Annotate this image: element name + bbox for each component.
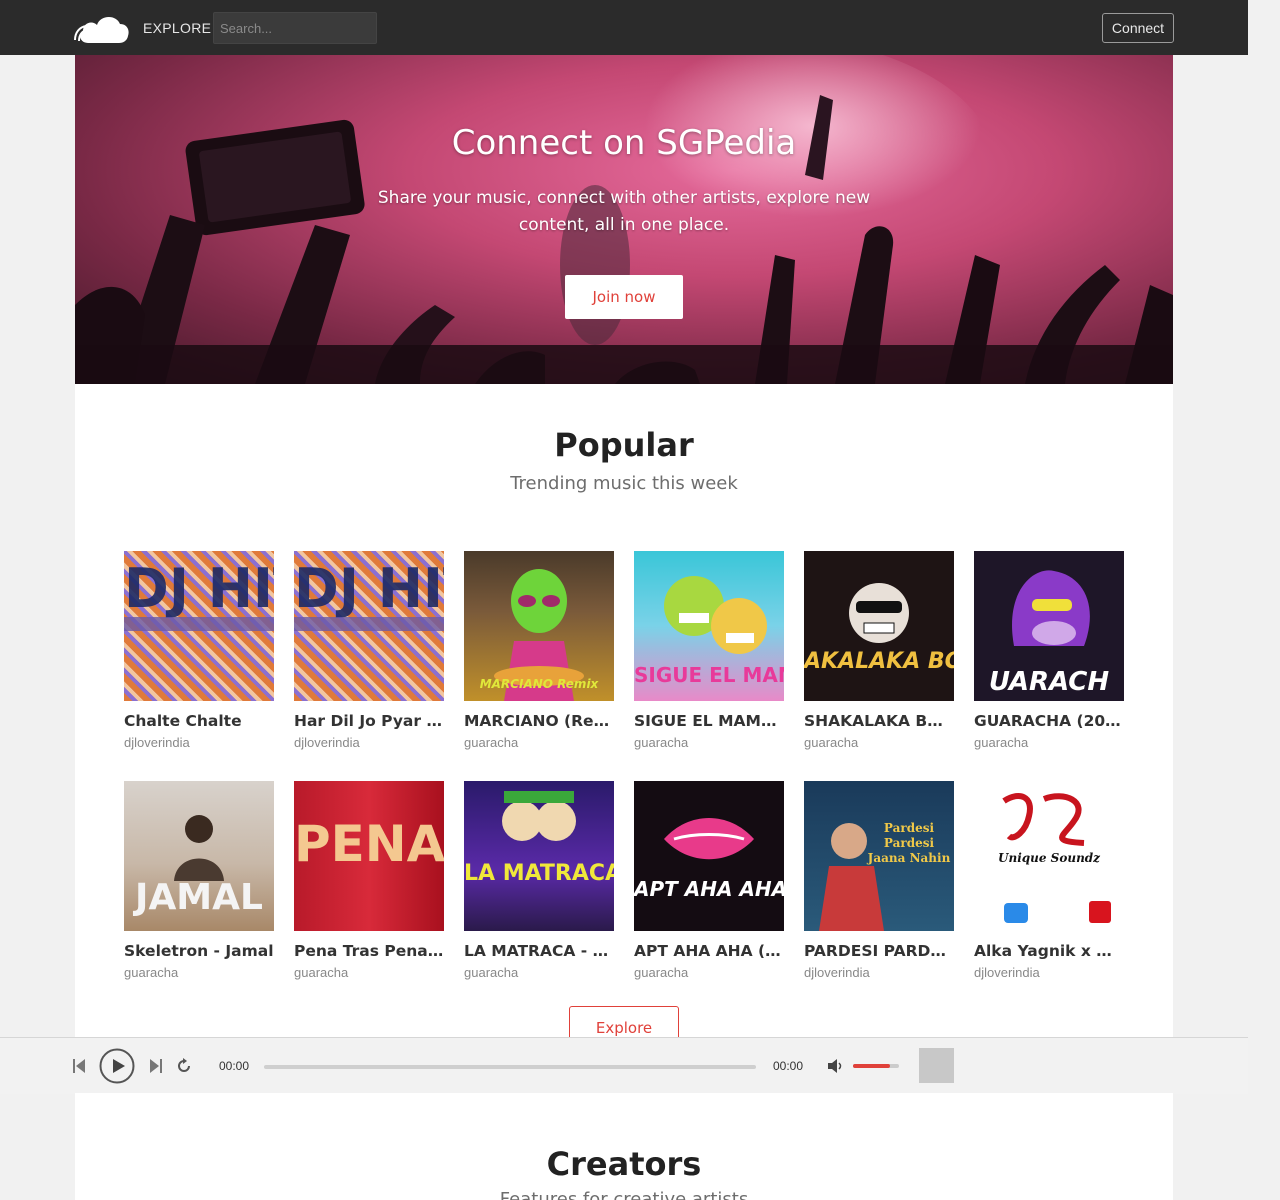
- track-cover[interactable]: APT AHA AHA: [634, 781, 784, 931]
- play-button-icon[interactable]: [99, 1048, 135, 1084]
- volume-icon[interactable]: [827, 1058, 845, 1074]
- top-navbar: EXPLORE Connect: [0, 0, 1248, 55]
- track-title[interactable]: SHAKALAKA BOOM: [804, 712, 954, 730]
- now-playing-artwork: [919, 1048, 954, 1083]
- track-cover[interactable]: DJ HITS: [124, 551, 274, 701]
- track-artist[interactable]: guaracha: [974, 735, 1124, 750]
- track-title[interactable]: GUARACHA (2022): [974, 712, 1124, 730]
- cover-art-text: MARCIANO Remix: [479, 677, 599, 691]
- cover-art-text: Unique Soundz: [998, 851, 1100, 865]
- track-card: DJ HITS Chalte Chalte djloverindia: [124, 551, 274, 751]
- track-artist[interactable]: guaracha: [294, 965, 444, 980]
- track-title[interactable]: Skeletron - Jamal: [124, 942, 274, 960]
- current-time: 00:00: [219, 1059, 250, 1073]
- cover-art-text: PENA: [294, 815, 444, 873]
- track-title[interactable]: PARDESI PARDESI: [804, 942, 954, 960]
- track-card: LA MATRACA LA MATRACA - Remix guaracha: [464, 781, 614, 981]
- cover-art-text: DJ HITS: [294, 559, 444, 619]
- cover-art-text: AKALAKA BO: [804, 649, 954, 674]
- cartoon-characters-illustration: [502, 791, 576, 841]
- track-cover[interactable]: JAMAL: [124, 781, 274, 931]
- cover-art-text: DJ HITS: [124, 559, 274, 619]
- neon-lips-illustration: [664, 818, 754, 860]
- track-artist[interactable]: guaracha: [634, 965, 784, 980]
- track-title[interactable]: Alka Yagnik x Unique Soundz: [974, 942, 1124, 960]
- hero-title: Connect on SGPedia: [451, 123, 797, 163]
- track-cover[interactable]: DJ HITS: [294, 551, 444, 701]
- track-card: Pardesi Pardesi Jaana Nahin PARDESI PARD…: [804, 781, 954, 981]
- track-artist[interactable]: guaracha: [634, 735, 784, 750]
- track-card: MARCIANO Remix MARCIANO (Remix) guaracha: [464, 551, 614, 751]
- track-title[interactable]: Pena Tras Pena - Remix: [294, 942, 444, 960]
- track-artist[interactable]: guaracha: [124, 965, 274, 980]
- track-card: APT AHA AHA APT AHA AHA (Guaracha) guara…: [634, 781, 784, 981]
- audio-player-bar: 00:00 00:00: [0, 1037, 1248, 1094]
- track-card: DJ HITS Har Dil Jo Pyar Karega djloverin…: [294, 551, 444, 751]
- volume-slider[interactable]: [853, 1064, 899, 1068]
- explore-nav-link[interactable]: EXPLORE: [143, 20, 211, 36]
- track-cover[interactable]: UARACH: [974, 551, 1124, 701]
- track-artist[interactable]: djloverindia: [294, 735, 444, 750]
- track-artist[interactable]: guaracha: [464, 735, 614, 750]
- track-title[interactable]: APT AHA AHA (Guaracha): [634, 942, 784, 960]
- explore-button[interactable]: Explore: [569, 1006, 679, 1037]
- monkey-dj-illustration: [849, 583, 909, 643]
- creators-subtitle: Features for creative artists: [499, 1189, 749, 1200]
- repeat-icon[interactable]: [176, 1058, 192, 1074]
- track-title[interactable]: Chalte Chalte: [124, 712, 274, 730]
- track-cover[interactable]: Unique Soundz: [974, 781, 1124, 931]
- track-card: SIGUE EL MAMBO SIGUE EL MAMBO guaracha: [634, 551, 784, 751]
- cover-art-text: JAMAL: [135, 877, 263, 918]
- join-now-button[interactable]: Join now: [565, 275, 683, 319]
- cover-art-text: Pardesi Pardesi Jaana Nahin: [867, 821, 951, 865]
- popular-subtitle: Trending music this week: [510, 473, 738, 494]
- track-card: AKALAKA BO SHAKALAKA BOOM guaracha: [804, 551, 954, 751]
- search-input[interactable]: [213, 12, 377, 44]
- track-card: PENA Pena Tras Pena - Remix guaracha: [294, 781, 444, 981]
- next-track-icon[interactable]: [149, 1058, 163, 1074]
- duration-time: 00:00: [773, 1059, 804, 1073]
- cover-art-text: LA MATRACA: [464, 861, 614, 886]
- track-card: JAMAL Skeletron - Jamal guaracha: [124, 781, 274, 981]
- track-artist[interactable]: guaracha: [804, 735, 954, 750]
- track-title[interactable]: MARCIANO (Remix): [464, 712, 614, 730]
- track-artist[interactable]: guaracha: [464, 965, 614, 980]
- track-cover[interactable]: PENA: [294, 781, 444, 931]
- track-cover[interactable]: Pardesi Pardesi Jaana Nahin: [804, 781, 954, 931]
- cloud-logo-icon[interactable]: [74, 10, 130, 46]
- track-artist[interactable]: djloverindia: [124, 735, 274, 750]
- connect-button[interactable]: Connect: [1102, 13, 1174, 43]
- track-artist[interactable]: djloverindia: [804, 965, 954, 980]
- volume-fill: [853, 1064, 890, 1068]
- cover-art-text: SIGUE EL MAMBO: [634, 663, 784, 687]
- track-title[interactable]: SIGUE EL MAMBO: [634, 712, 784, 730]
- popular-heading: Popular: [554, 426, 694, 464]
- track-cover[interactable]: LA MATRACA: [464, 781, 614, 931]
- track-artist[interactable]: djloverindia: [974, 965, 1124, 980]
- previous-track-icon[interactable]: [72, 1058, 86, 1074]
- main-container: Connect on SGPedia Share your music, con…: [75, 55, 1173, 1037]
- track-card: UARACH GUARACHA (2022) guaracha: [974, 551, 1124, 751]
- track-card: Unique Soundz Alka Yagnik x Unique Sound…: [974, 781, 1124, 981]
- track-title[interactable]: Har Dil Jo Pyar Karega: [294, 712, 444, 730]
- creators-section: Creators Features for creative artists: [75, 1093, 1173, 1200]
- track-cover[interactable]: AKALAKA BO: [804, 551, 954, 701]
- track-cover[interactable]: SIGUE EL MAMBO: [634, 551, 784, 701]
- cover-art-text: UARACH: [988, 667, 1110, 697]
- track-cover[interactable]: MARCIANO Remix: [464, 551, 614, 701]
- track-title[interactable]: LA MATRACA - Remix: [464, 942, 614, 960]
- creators-heading: Creators: [546, 1145, 702, 1183]
- hero-banner: Connect on SGPedia Share your music, con…: [75, 55, 1173, 384]
- progress-bar[interactable]: [264, 1065, 756, 1069]
- cover-art-text: APT AHA AHA: [634, 877, 784, 901]
- hero-subtitle: Share your music, connect with other art…: [377, 188, 871, 235]
